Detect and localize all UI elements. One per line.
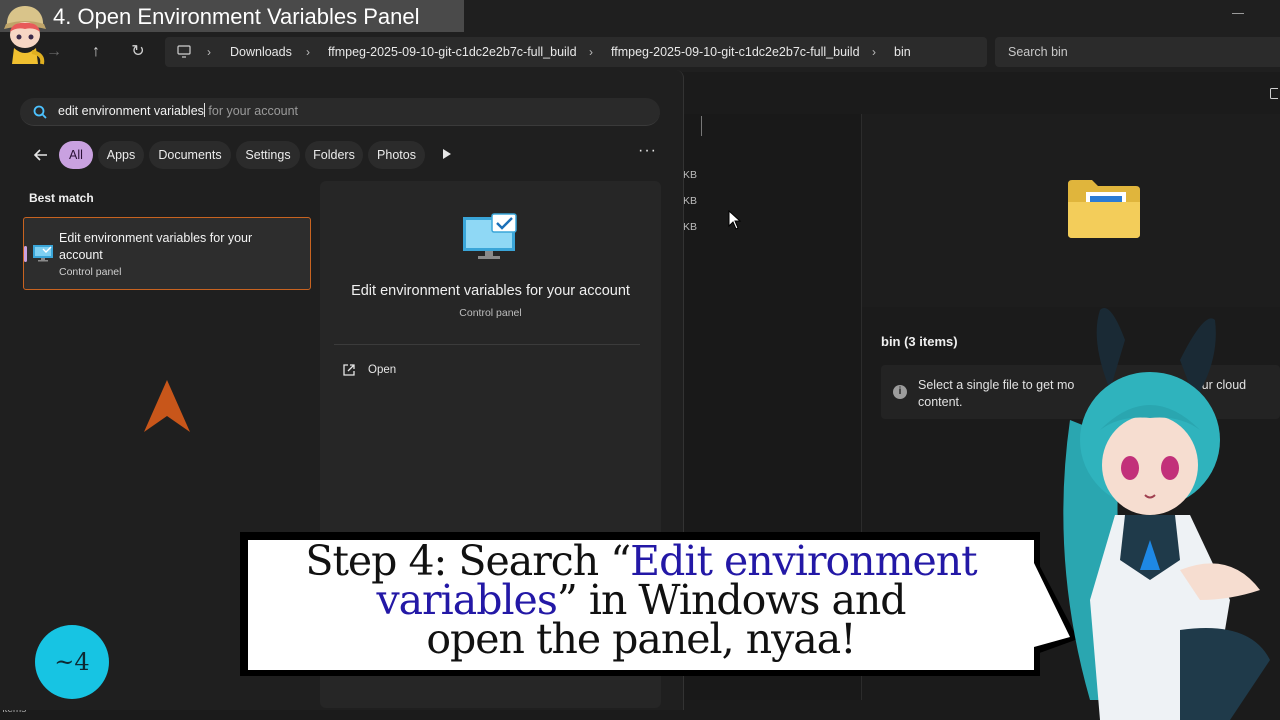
step-badge: ~4	[35, 625, 109, 699]
chevron-right-icon: ›	[872, 45, 876, 59]
breadcrumb-bin[interactable]: bin	[894, 37, 911, 67]
search-filter-bar: All Apps Documents Settings Folders Phot…	[0, 141, 683, 169]
mascot-character-icon	[1063, 308, 1270, 720]
more-filters-play-icon[interactable]	[443, 149, 451, 159]
up-arrow-icon[interactable]: ↑	[84, 40, 108, 64]
detail-subtitle: Control panel	[459, 307, 522, 319]
open-action-label: Open	[368, 364, 397, 376]
best-match-result[interactable]: Edit environment variables for your acco…	[23, 217, 311, 290]
result-title: Edit environment variables for your acco…	[59, 231, 253, 262]
this-pc-icon	[177, 45, 191, 58]
file-size: KB	[683, 221, 698, 233]
caption-line3: open the panel, nyaa!	[426, 615, 856, 663]
selection-indicator	[24, 246, 27, 262]
file-size: KB	[683, 169, 698, 181]
minimize-icon[interactable]	[1232, 13, 1244, 14]
filter-chip-folders[interactable]: Folders	[305, 141, 363, 169]
search-autocomplete-hint: for your account	[204, 104, 299, 118]
filter-chip-settings[interactable]: Settings	[236, 141, 300, 169]
refresh-icon[interactable]: ↻	[126, 40, 150, 64]
address-bar[interactable]: › Downloads › ffmpeg-2025-09-10-git-c1dc…	[165, 37, 987, 67]
caption-text: Step 4: Search “Edit environment variabl…	[248, 541, 1034, 660]
breadcrumb-ffmpeg-outer[interactable]: ffmpeg-2025-09-10-git-c1dc2e2b7c-full_bu…	[328, 37, 577, 67]
breadcrumb-ffmpeg-inner[interactable]: ffmpeg-2025-09-10-git-c1dc2e2b7c-full_bu…	[611, 37, 860, 67]
detail-divider	[334, 344, 640, 345]
file-size: KB	[683, 195, 698, 207]
filter-chip-all[interactable]: All	[59, 141, 93, 169]
detail-title: Edit environment variables for your acco…	[351, 283, 630, 299]
tutorial-title-banner: 4. Open Environment Variables Panel	[0, 0, 464, 33]
info-text-line2: content.	[918, 395, 963, 409]
filter-chip-photos[interactable]: Photos	[368, 141, 425, 169]
chevron-right-icon: ›	[306, 45, 310, 59]
folder-icon	[1068, 180, 1140, 238]
folder-item-count: bin (3 items)	[881, 334, 958, 349]
start-search-input[interactable]: edit environment variables for your acco…	[20, 98, 660, 126]
breadcrumb-downloads[interactable]: Downloads	[230, 37, 292, 67]
back-arrow-icon[interactable]	[31, 145, 51, 165]
result-subtitle: Control panel	[59, 266, 122, 278]
preview-pane	[862, 114, 1280, 307]
best-match-heading: Best match	[29, 191, 94, 205]
chevron-right-icon: ›	[207, 45, 211, 59]
search-icon	[33, 105, 47, 119]
info-icon: i	[893, 385, 907, 399]
control-panel-monitor-icon	[463, 213, 517, 259]
folder-search-input[interactable]: Search bin	[995, 37, 1280, 67]
chevron-right-icon: ›	[589, 45, 593, 59]
open-external-icon	[343, 364, 355, 376]
filter-chip-apps[interactable]: Apps	[98, 141, 144, 169]
pointer-arrow-icon	[144, 380, 190, 432]
more-options-icon[interactable]: ···	[638, 142, 657, 160]
control-panel-monitor-icon	[33, 245, 53, 262]
details-pane-icon[interactable]	[1270, 88, 1278, 100]
search-query-text: edit environment variables	[58, 104, 204, 118]
column-divider	[701, 116, 702, 136]
mascot-avatar-icon	[4, 6, 46, 65]
command-bar	[683, 72, 1280, 115]
mouse-cursor-icon	[728, 210, 742, 230]
filter-chip-documents[interactable]: Documents	[149, 141, 231, 169]
